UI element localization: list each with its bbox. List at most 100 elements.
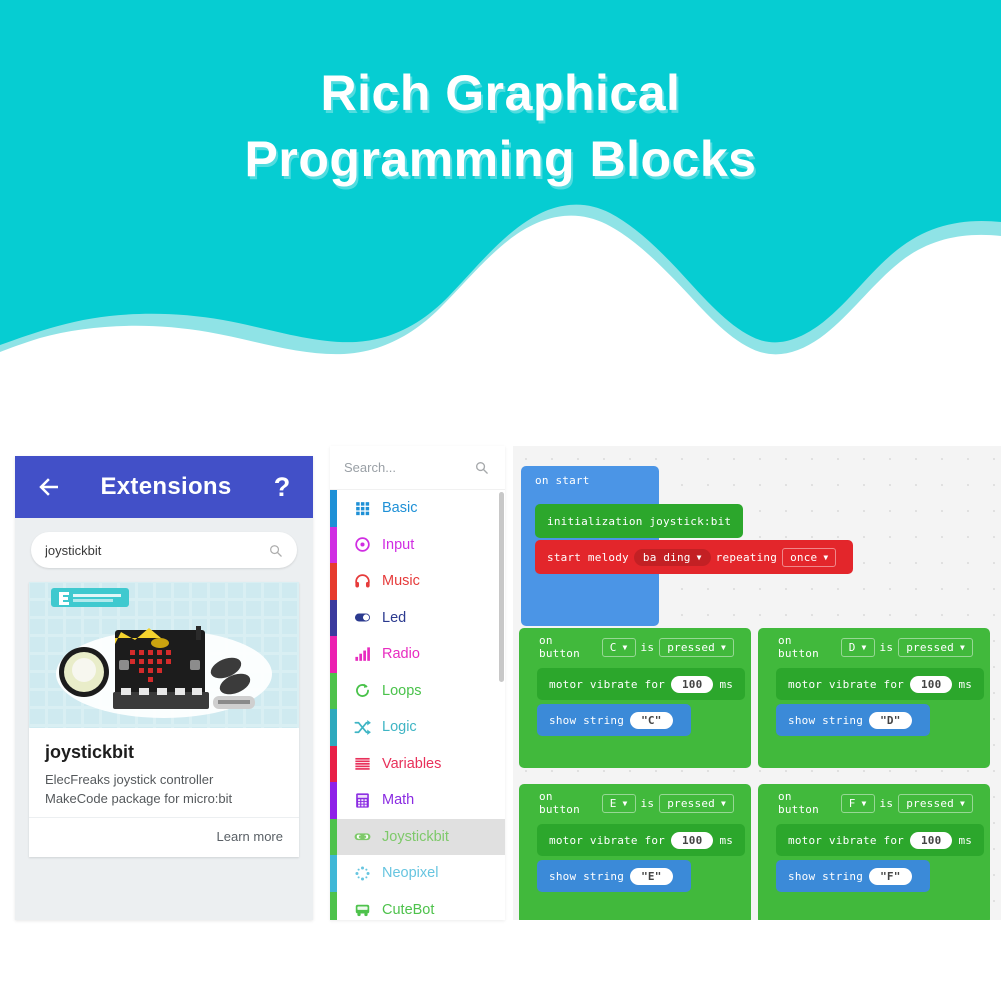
block-initialization-label: initialization joystick:bit — [547, 514, 732, 528]
chevron-down-icon: ▼ — [861, 798, 867, 808]
state-dropdown[interactable]: pressed ▼ — [659, 793, 734, 813]
chevron-down-icon: ▼ — [720, 798, 726, 808]
toolbox-item-color-stripe — [330, 709, 337, 746]
joystick-board-illustration — [29, 582, 299, 728]
blocks-workspace[interactable]: on start initialization joystick:bit sta… — [513, 446, 1001, 920]
state-dropdown[interactable]: pressed ▼ — [898, 637, 973, 657]
motor-vibrate-label-b: ms — [719, 677, 734, 691]
extensions-search-box[interactable] — [31, 532, 297, 568]
toolbox-item-color-stripe — [330, 891, 337, 920]
block-on-button-f[interactable]: on button F ▼ is pressed ▼ motor vibrate for 10… — [758, 784, 990, 920]
extensions-search-input[interactable] — [45, 542, 268, 558]
block-motor-vibrate[interactable]: motor vibrate for 100 ms — [776, 824, 985, 856]
repeat-dropdown[interactable]: once ▼ — [782, 547, 837, 567]
toolbox-item-label: Basic — [382, 500, 418, 517]
toolbox-item-color-stripe — [330, 745, 337, 782]
toolbox-item-color-stripe — [330, 855, 337, 892]
extension-card-title: joystickbit — [45, 742, 135, 762]
toolbox-item-label: Input — [382, 536, 415, 553]
block-on-button-c[interactable]: on button C ▼ is pressed ▼ motor vibrate for 10… — [519, 628, 751, 768]
block-start-melody-label-a: start melody — [547, 550, 629, 564]
learn-more-link[interactable]: Learn more — [217, 829, 283, 844]
block-show-string[interactable]: show string "C" — [537, 704, 691, 736]
button-dropdown[interactable]: D ▼ — [840, 637, 875, 657]
show-string-input[interactable]: "F" — [869, 867, 912, 885]
toolbox-item-neopixel[interactable]: Neopixel — [330, 855, 505, 892]
chevron-down-icon: ▼ — [720, 642, 726, 652]
block-initialization-joystickbit[interactable]: initialization joystick:bit — [535, 504, 744, 538]
toolbox-item-joystickbit[interactable]: Joystickbit — [330, 818, 505, 855]
toolbox-search-row[interactable]: Search... — [330, 446, 505, 490]
block-on-button-e[interactable]: on button E ▼ is pressed ▼ motor vibrate for 10… — [519, 784, 751, 920]
toolbox-item-input[interactable]: Input — [330, 526, 505, 563]
hero-title-line-2: Programming Blocks — [244, 131, 757, 187]
grid-icon — [352, 498, 372, 518]
search-icon[interactable] — [474, 460, 489, 475]
state-dropdown[interactable]: pressed ▼ — [898, 793, 973, 813]
state-dropdown[interactable]: pressed ▼ — [659, 637, 734, 657]
button-dropdown[interactable]: F ▼ — [840, 793, 875, 813]
on-button-label-a: on button — [539, 634, 580, 660]
block-show-string[interactable]: show string "D" — [776, 704, 930, 736]
block-show-string[interactable]: show string "E" — [537, 860, 691, 892]
block-on-button-d[interactable]: on button D ▼ is pressed ▼ motor vibrate for 10… — [758, 628, 990, 768]
toolbox-scrollbar[interactable] — [499, 492, 504, 682]
vibrate-duration-input[interactable]: 100 — [909, 675, 953, 693]
extension-card[interactable]: joystickbit ElecFreaks joystick controll… — [29, 582, 299, 857]
toolbox-panel: Search... Basic Input Music Led Radio Loops Lo… — [330, 446, 505, 920]
toolbox-item-music[interactable]: Music — [330, 563, 505, 600]
on-button-label-b: is — [879, 796, 894, 810]
toolbox-item-color-stripe — [330, 818, 337, 855]
motor-vibrate-label-a: motor vibrate for — [549, 677, 665, 691]
extension-card-description-line-1: ElecFreaks joystick controller — [45, 772, 214, 787]
show-string-input[interactable]: "D" — [869, 711, 912, 729]
refresh-icon — [352, 681, 372, 701]
on-button-label-b: is — [640, 640, 655, 654]
vibrate-duration-input[interactable]: 100 — [909, 831, 953, 849]
toolbox-item-label: Led — [382, 609, 407, 626]
toolbox-item-radio[interactable]: Radio — [330, 636, 505, 673]
toolbox-item-label: Variables — [382, 755, 442, 772]
help-icon[interactable]: ? — [269, 473, 295, 501]
show-string-input[interactable]: "E" — [630, 867, 673, 885]
toolbox-item-math[interactable]: Math — [330, 782, 505, 819]
hero-title-line-1: Rich Graphical — [320, 65, 681, 121]
extensions-title: Extensions — [100, 473, 232, 500]
show-string-label: show string — [788, 713, 864, 727]
page-title: Rich Graphical Programming Blocks — [0, 60, 1001, 192]
button-dropdown[interactable]: C ▼ — [601, 637, 636, 657]
block-start-melody[interactable]: start melody ba ding ▼ repeating once ▼ — [535, 540, 854, 574]
melody-dropdown[interactable]: ba ding ▼ — [633, 548, 711, 566]
toolbox-item-color-stripe — [330, 782, 337, 819]
on-button-label-b: is — [879, 640, 894, 654]
show-string-input[interactable]: "C" — [630, 711, 673, 729]
toolbox-item-label: Logic — [382, 719, 417, 736]
extension-card-description: ElecFreaks joystick controller MakeCode … — [45, 771, 283, 809]
block-motor-vibrate[interactable]: motor vibrate for 100 ms — [537, 824, 746, 856]
toolbox-item-logic[interactable]: Logic — [330, 709, 505, 746]
toolbox-item-basic[interactable]: Basic — [330, 490, 505, 527]
button-dropdown[interactable]: E ▼ — [601, 793, 636, 813]
search-icon — [270, 544, 282, 557]
toolbox-item-label: Radio — [382, 646, 420, 663]
toolbox-item-cutebot[interactable]: CuteBot — [330, 891, 505, 920]
chevron-down-icon: ▼ — [696, 552, 702, 562]
state-dropdown-value: pressed — [906, 796, 954, 810]
vibrate-duration-input[interactable]: 100 — [670, 675, 714, 693]
state-dropdown-value: pressed — [667, 640, 715, 654]
block-motor-vibrate[interactable]: motor vibrate for 100 ms — [537, 668, 746, 700]
arrow-left-icon[interactable] — [33, 472, 63, 502]
on-button-label-a: on button — [539, 790, 580, 816]
extensions-search-container — [15, 518, 313, 578]
on-button-label-a: on button — [778, 634, 819, 660]
toolbox-item-led[interactable]: Led — [330, 599, 505, 636]
block-on-button-header: on button D ▼ is pressed ▼ — [766, 632, 990, 662]
block-motor-vibrate[interactable]: motor vibrate for 100 ms — [776, 668, 985, 700]
toolbox-item-loops[interactable]: Loops — [330, 672, 505, 709]
target-icon — [352, 535, 372, 555]
toolbox-item-color-stripe — [330, 563, 337, 600]
toolbox-item-variables[interactable]: Variables — [330, 745, 505, 782]
block-show-string[interactable]: show string "F" — [776, 860, 930, 892]
vibrate-duration-input[interactable]: 100 — [670, 831, 714, 849]
calculator-icon — [352, 790, 372, 810]
